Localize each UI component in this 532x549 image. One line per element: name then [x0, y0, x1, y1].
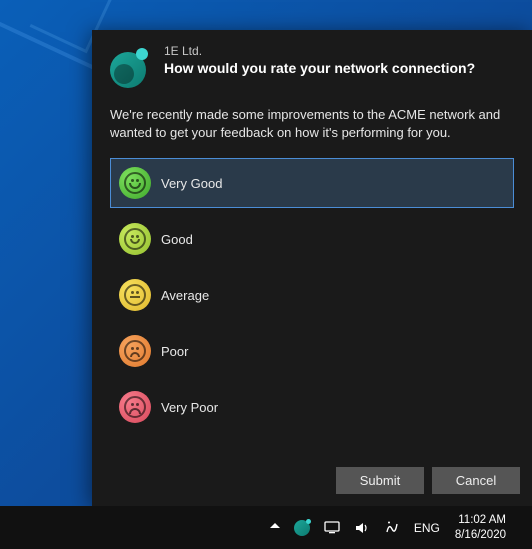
vendor-name: 1E Ltd. [164, 44, 475, 58]
face-poor-icon [119, 335, 151, 367]
rating-option-label: Very Poor [161, 400, 218, 415]
clock-time: 11:02 AM [458, 513, 506, 528]
tray-notifications-button[interactable] [516, 506, 526, 549]
rating-option-label: Good [161, 232, 193, 247]
rating-option-good[interactable]: Good [110, 214, 514, 264]
cancel-button[interactable]: Cancel [432, 467, 520, 494]
tray-language-button[interactable]: ENG [409, 506, 445, 549]
tray-overflow-button[interactable] [265, 506, 285, 549]
language-label: ENG [414, 521, 440, 535]
face-very-good-icon [119, 167, 151, 199]
rating-option-label: Poor [161, 344, 188, 359]
tray-app-icon[interactable] [289, 506, 315, 549]
ime-icon [384, 520, 400, 536]
submit-button[interactable]: Submit [336, 467, 424, 494]
tray-network-button[interactable] [319, 506, 345, 549]
monitor-icon [324, 520, 340, 536]
rating-option-label: Very Good [161, 176, 222, 191]
vendor-tray-icon [294, 520, 310, 536]
face-very-poor-icon [119, 391, 151, 423]
taskbar: ENG 11:02 AM 8/16/2020 [0, 506, 532, 549]
dialog-title: How would you rate your network connecti… [164, 60, 475, 76]
rating-option-very-good[interactable]: Very Good [110, 158, 514, 208]
face-good-icon [119, 223, 151, 255]
clock-date: 8/16/2020 [455, 528, 506, 543]
rating-option-average[interactable]: Average [110, 270, 514, 320]
rating-option-poor[interactable]: Poor [110, 326, 514, 376]
face-average-icon [119, 279, 151, 311]
rating-options: Very Good Good Average Poor Very Poor [110, 158, 514, 432]
feedback-dialog: 1E Ltd. How would you rate your network … [92, 30, 532, 506]
rating-option-label: Average [161, 288, 209, 303]
dialog-buttons: Submit Cancel [336, 467, 520, 494]
chevron-up-icon [270, 521, 280, 534]
tray-input-button[interactable] [379, 506, 405, 549]
tray-clock[interactable]: 11:02 AM 8/16/2020 [449, 513, 512, 543]
tray-volume-button[interactable] [349, 506, 375, 549]
speaker-icon [354, 520, 370, 536]
dialog-header: 1E Ltd. How would you rate your network … [110, 44, 514, 88]
rating-option-very-poor[interactable]: Very Poor [110, 382, 514, 432]
dialog-description: We're recently made some improvements to… [110, 106, 514, 142]
vendor-logo-icon [110, 48, 150, 88]
